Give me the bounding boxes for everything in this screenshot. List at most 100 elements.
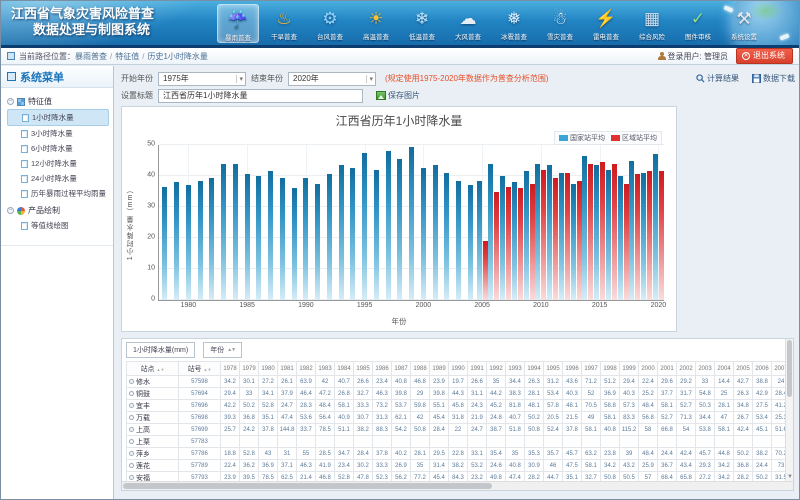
breadcrumb-item[interactable]: 特征值 bbox=[115, 52, 139, 61]
nav-item-typhoon[interactable]: ⚙台风普查 bbox=[309, 4, 351, 43]
nav-item-lightning[interactable]: ⚡雷电普查 bbox=[585, 4, 627, 43]
radio-icon[interactable] bbox=[129, 391, 134, 396]
expander-icon[interactable]: − bbox=[7, 98, 14, 105]
chart-title-input[interactable] bbox=[158, 89, 363, 103]
nav-item-rainstorm[interactable]: ☔暴雨普查 bbox=[217, 4, 259, 43]
table-horizontal-scrollbar[interactable] bbox=[122, 481, 793, 490]
radio-icon[interactable] bbox=[129, 439, 134, 444]
sidebar-item-历年暴雨过程平均雨量[interactable]: 历年暴雨过程平均雨量 bbox=[7, 186, 109, 201]
year-column-2005[interactable]: 2005 bbox=[734, 362, 753, 376]
year-column-1985[interactable]: 1985 bbox=[354, 362, 373, 376]
sidebar-item-3小时降水量[interactable]: 3小时降水量 bbox=[7, 126, 109, 141]
value-cell: 48.4 bbox=[639, 448, 658, 460]
breadcrumb-item[interactable]: 历史1小时降水量 bbox=[147, 52, 207, 61]
station-name-cell[interactable]: 铜鼓 bbox=[127, 388, 179, 400]
nav-item-gale[interactable]: ☁大风普查 bbox=[447, 4, 489, 43]
column-header-站号[interactable]: 站号 ▲▼ bbox=[179, 362, 221, 376]
year-column-1995[interactable]: 1995 bbox=[544, 362, 563, 376]
nav-item-snow[interactable]: ☃雪灾普查 bbox=[539, 4, 581, 43]
value-cell: 26.8 bbox=[335, 388, 354, 400]
year-column-1994[interactable]: 1994 bbox=[525, 362, 544, 376]
radio-icon[interactable] bbox=[129, 427, 134, 432]
year-column-1992[interactable]: 1992 bbox=[487, 362, 506, 376]
column-header-站点[interactable]: 站点 ▲▼ bbox=[127, 362, 179, 376]
data-download-button[interactable]: 数据下载 bbox=[752, 73, 795, 84]
value-cell: 47 bbox=[715, 412, 734, 424]
radio-icon[interactable] bbox=[129, 451, 134, 456]
v-scroll-down-arrow[interactable]: ▼ bbox=[787, 474, 793, 480]
save-image-button[interactable]: 保存图片 bbox=[376, 90, 420, 101]
sidebar-item-1小时降水量[interactable]: 1小时降水量 bbox=[7, 109, 109, 126]
station-name-cell[interactable]: 莲花 bbox=[127, 460, 179, 472]
table-vertical-scrollbar[interactable]: ▼ bbox=[785, 339, 793, 481]
sidebar-item-24小时降水量[interactable]: 24小时降水量 bbox=[7, 171, 109, 186]
station-name-cell[interactable]: 宜丰 bbox=[127, 400, 179, 412]
legend-regional[interactable]: 区域站平均 bbox=[611, 133, 657, 143]
year-column-2003[interactable]: 2003 bbox=[696, 362, 715, 376]
year-column-1988[interactable]: 1988 bbox=[411, 362, 430, 376]
start-year-select[interactable]: 1975年▾ bbox=[158, 72, 246, 86]
station-name-cell[interactable]: 万载 bbox=[127, 412, 179, 424]
calc-result-button[interactable]: 计算结果 bbox=[696, 73, 739, 84]
year-column-2000[interactable]: 2000 bbox=[639, 362, 658, 376]
year-column-1997[interactable]: 1997 bbox=[582, 362, 601, 376]
year-slot-2013 bbox=[570, 145, 582, 300]
year-column-1998[interactable]: 1998 bbox=[601, 362, 620, 376]
radio-icon[interactable] bbox=[129, 379, 134, 384]
value-cell: 53.4 bbox=[753, 412, 772, 424]
year-slot-2015: 2015 bbox=[594, 145, 606, 300]
nav-item-drought[interactable]: ♨干旱普查 bbox=[263, 4, 305, 43]
sort-arrows-icon[interactable]: ▲▼ bbox=[157, 367, 165, 372]
legend-national[interactable]: 国家站平均 bbox=[559, 133, 605, 143]
year-column-1981[interactable]: 1981 bbox=[278, 362, 297, 376]
year-column-2001[interactable]: 2001 bbox=[658, 362, 677, 376]
year-column-1984[interactable]: 1984 bbox=[335, 362, 354, 376]
year-column-1978[interactable]: 1978 bbox=[221, 362, 240, 376]
nav-item-hail[interactable]: ❅冰雹普查 bbox=[493, 4, 535, 43]
station-name-cell[interactable]: 修水 bbox=[127, 376, 179, 388]
station-name-cell[interactable]: 上栗 bbox=[127, 436, 179, 448]
radio-icon[interactable] bbox=[129, 403, 134, 408]
app-header: 江西省气象灾害风险普查 数据处理与制图系统 ☔暴雨普查♨干旱普查⚙台风普查☀高温… bbox=[1, 1, 799, 45]
station-name-cell[interactable]: 萍乡 bbox=[127, 448, 179, 460]
year-column-1986[interactable]: 1986 bbox=[373, 362, 392, 376]
tree-group-产品绘制[interactable]: −产品绘制 bbox=[7, 203, 109, 218]
station-name-cell[interactable]: 上高 bbox=[127, 424, 179, 436]
year-column-1991[interactable]: 1991 bbox=[468, 362, 487, 376]
nav-item-low-temp[interactable]: ❄低温普查 bbox=[401, 4, 443, 43]
radio-icon[interactable] bbox=[129, 475, 134, 480]
end-year-select[interactable]: 2020年▾ bbox=[288, 72, 376, 86]
breadcrumb-item[interactable]: 暴雨普查 bbox=[75, 52, 107, 61]
logout-button[interactable]: ✕ 退出系统 bbox=[736, 48, 793, 64]
sidebar-item-等值线绘图[interactable]: 等值线绘图 bbox=[7, 218, 109, 233]
year-column-1979[interactable]: 1979 bbox=[240, 362, 259, 376]
year-column-1980[interactable]: 1980 bbox=[259, 362, 278, 376]
sidebar-item-6小时降水量[interactable]: 6小时降水量 bbox=[7, 141, 109, 156]
year-column-1983[interactable]: 1983 bbox=[316, 362, 335, 376]
year-column-2006[interactable]: 2006 bbox=[753, 362, 772, 376]
nav-item-risk-calc[interactable]: ▦综合风险 bbox=[631, 4, 673, 43]
year-column-1993[interactable]: 1993 bbox=[506, 362, 525, 376]
year-column-1990[interactable]: 1990 bbox=[449, 362, 468, 376]
radio-icon[interactable] bbox=[129, 463, 134, 468]
nav-item-high-temp[interactable]: ☀高温普查 bbox=[355, 4, 397, 43]
sidebar-item-12小时降水量[interactable]: 12小时降水量 bbox=[7, 156, 109, 171]
year-column-1982[interactable]: 1982 bbox=[297, 362, 316, 376]
nav-item-settings[interactable]: ⚒系统设置 bbox=[723, 4, 765, 43]
unit-chip[interactable]: 1小时降水量(mm) bbox=[126, 342, 195, 358]
radio-icon[interactable] bbox=[129, 415, 134, 420]
year-column-1996[interactable]: 1996 bbox=[563, 362, 582, 376]
year-column-2004[interactable]: 2004 bbox=[715, 362, 734, 376]
expander-icon[interactable]: − bbox=[7, 207, 14, 214]
year-column-1987[interactable]: 1987 bbox=[392, 362, 411, 376]
value-cell: 46.4 bbox=[297, 388, 316, 400]
sort-arrows-icon[interactable]: ▲▼ bbox=[204, 367, 212, 372]
nav-item-map-review[interactable]: ✓图件审核 bbox=[677, 4, 719, 43]
year-column-1989[interactable]: 1989 bbox=[430, 362, 449, 376]
h-scroll-thumb[interactable] bbox=[123, 483, 492, 489]
year-sort-chip[interactable]: 年份 ▲▼ bbox=[203, 342, 242, 358]
tree-group-特征值[interactable]: −特征值 bbox=[7, 94, 109, 109]
year-column-1999[interactable]: 1999 bbox=[620, 362, 639, 376]
year-column-2002[interactable]: 2002 bbox=[677, 362, 696, 376]
v-scroll-thumb[interactable] bbox=[787, 340, 792, 397]
